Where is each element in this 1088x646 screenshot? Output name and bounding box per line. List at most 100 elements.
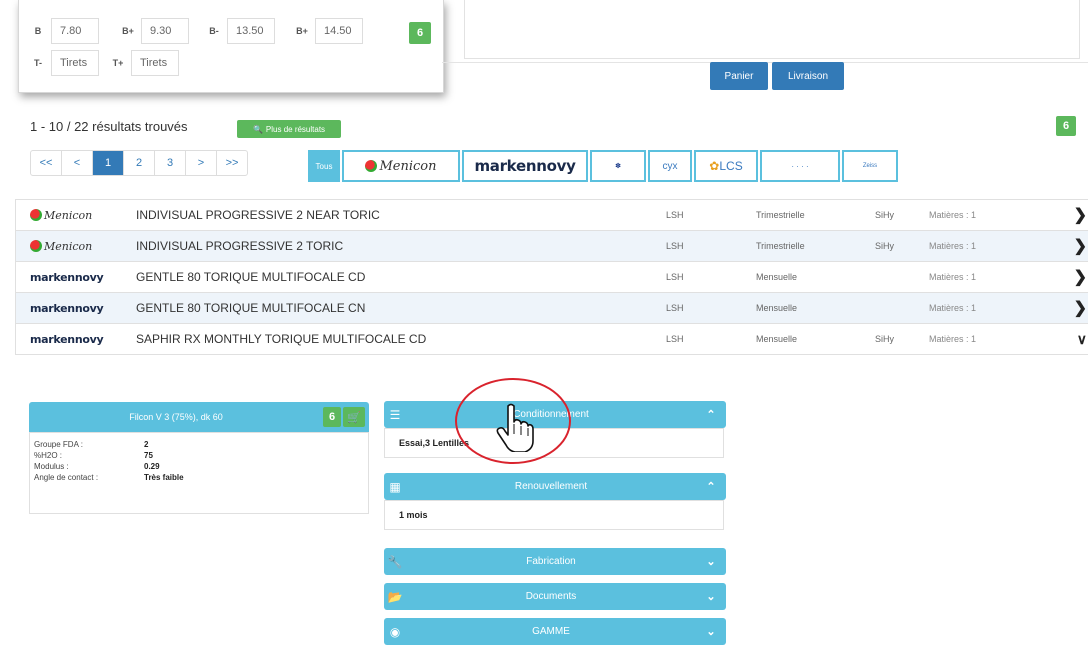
detail-row: Angle de contact : Très faible (34, 473, 184, 482)
markennovy-logo: markennovy (30, 301, 104, 315)
brand-tab-cyx[interactable]: cyx (648, 150, 692, 182)
more-results-button[interactable]: 🔍 Plus de résultats (237, 120, 341, 138)
product-row[interactable]: markennovy GENTLE 80 TORIQUE MULTIFOCALE… (15, 292, 1088, 324)
param-field[interactable]: B- 13.50 (201, 18, 275, 44)
chevron-right-icon[interactable]: ❯ (1074, 205, 1087, 225)
product-material: SiHy (875, 210, 895, 220)
page-first[interactable]: << (31, 151, 62, 175)
dots-logo: · · · · (791, 161, 809, 171)
results-summary: 1 - 10 / 22 résultats trouvés (30, 119, 188, 134)
chevron-up-icon: ⌃ (706, 481, 716, 493)
page-prev[interactable]: < (62, 151, 93, 175)
param-value[interactable]: 14.50 (315, 18, 363, 44)
param-field[interactable]: B 7.80 (25, 18, 99, 44)
product-type: LSH (666, 303, 684, 313)
chevron-down-icon: ⌄ (706, 556, 716, 568)
brand-tab-lcs[interactable]: ✿ LCS (694, 150, 758, 182)
product-name: INDIVISUAL PROGRESSIVE 2 TORIC (136, 239, 344, 253)
product-renewal: Trimestrielle (756, 241, 805, 251)
product-type: LSH (666, 241, 684, 251)
menicon-logo: Menicon (16, 209, 136, 222)
livraison-button[interactable]: Livraison (772, 62, 844, 90)
product-type: LSH (666, 334, 684, 344)
param-field[interactable]: T- Tirets (25, 50, 99, 76)
param-label: B- (209, 26, 219, 36)
menicon-logo: Menicon (16, 240, 136, 253)
brand-tab-dots[interactable]: · · · · (760, 150, 840, 182)
detail-row: Groupe FDA :2 (34, 440, 149, 449)
product-count: Matières : 1 (929, 241, 977, 251)
lens-badge-button[interactable]: 6 (323, 407, 341, 427)
accordion-documents[interactable]: 📂 Documents ⌄ (384, 583, 726, 610)
brand-tab-tous[interactable]: Tous (308, 150, 340, 182)
side-action-button[interactable]: 6 (1056, 116, 1076, 136)
param-label: B (34, 26, 42, 36)
pagination: << < 1 2 3 > >> (30, 150, 248, 176)
chevron-right-icon[interactable]: ❯ (1074, 236, 1087, 256)
product-row[interactable]: markennovy SAPHIR RX MONTHLY TORIQUE MUL… (15, 323, 1088, 355)
chevron-right-icon[interactable]: ❯ (1074, 298, 1087, 318)
param-value[interactable]: 9.30 (141, 18, 189, 44)
product-material: SiHy (875, 241, 895, 251)
accordion-fabrication[interactable]: 🔧 Fabrication ⌄ (384, 548, 726, 575)
brand-tab-zeiss[interactable]: Zeiss (842, 150, 898, 182)
chevron-down-icon: ⌄ (706, 626, 716, 638)
product-material: SiHy (875, 334, 895, 344)
product-name: INDIVISUAL PROGRESSIVE 2 NEAR TORIC (136, 208, 380, 222)
brand-filter: Tous Menicon markennovy ✽ cyx ✿ LCS · · ·… (308, 150, 900, 182)
product-renewal: Mensuelle (756, 272, 798, 282)
lcs-logo: ✿ (709, 159, 720, 173)
product-row[interactable]: Menicon INDIVISUAL PROGRESSIVE 2 TORIC L… (15, 230, 1088, 262)
calendar-icon: ▦ (389, 479, 401, 494)
detail-row: %H2O :75 (34, 451, 153, 460)
product-name: SAPHIR RX MONTHLY TORIQUE MULTIFOCALE CD (136, 332, 427, 346)
chevron-down-icon[interactable]: ∨ (1077, 331, 1087, 348)
product-type: LSH (666, 210, 684, 220)
product-renewal: Mensuelle (756, 303, 798, 313)
accordion-renouvellement[interactable]: ▦ Renouvellement ⌃ (384, 473, 726, 500)
panier-button[interactable]: Panier (710, 62, 768, 90)
param-label: B+ (296, 26, 308, 36)
product-count: Matières : 1 (929, 272, 977, 282)
param-value[interactable]: Tirets (51, 50, 99, 76)
product-count: Matières : 1 (929, 210, 977, 220)
eye-icon: ◉ (389, 624, 401, 639)
product-name: GENTLE 80 TORIQUE MULTIFOCALE CD (136, 270, 366, 284)
brand-tab-markennovy[interactable]: markennovy (462, 150, 588, 182)
page-next[interactable]: > (186, 151, 217, 175)
cart-icon[interactable]: 🛒 (343, 407, 365, 427)
param-field[interactable]: T+ Tirets (105, 50, 179, 76)
precilens-logo: ✽ (615, 163, 621, 170)
param-value[interactable]: Tirets (131, 50, 179, 76)
param-label: B+ (122, 26, 134, 36)
markennovy-logo: markennovy (30, 270, 104, 284)
param-field[interactable]: B+ 14.50 (289, 18, 363, 44)
param-action-button[interactable]: 6 (409, 22, 431, 44)
product-type: LSH (666, 272, 684, 282)
more-results-label: Plus de résultats (265, 124, 326, 134)
chevron-right-icon[interactable]: ❯ (1074, 267, 1087, 287)
accordion-renouvellement-body: 1 mois (384, 500, 724, 530)
parameter-panel: B 7.80 B+ 9.30 B- 13.50 B+ 14.50 6 T- Ti… (18, 0, 444, 93)
lens-material-header[interactable]: Filcon V 3 (75%), dk 60 6 🛒 (29, 402, 369, 432)
page-3[interactable]: 3 (155, 151, 186, 175)
search-icon: 🔍 (252, 124, 263, 134)
top-right-panel (464, 0, 1080, 59)
page-last[interactable]: >> (217, 151, 247, 175)
folder-icon: 📂 (387, 589, 403, 604)
brand-tab-menicon[interactable]: Menicon (342, 150, 460, 182)
product-row[interactable]: markennovy GENTLE 80 TORIQUE MULTIFOCALE… (15, 261, 1088, 293)
markennovy-logo: markennovy (474, 157, 576, 175)
accordion-gamme[interactable]: ◉ GAMME ⌄ (384, 618, 726, 645)
markennovy-logo: markennovy (30, 332, 104, 346)
param-field[interactable]: B+ 9.30 (115, 18, 189, 44)
brand-tab-precilens[interactable]: ✽ (590, 150, 646, 182)
page-1[interactable]: 1 (93, 151, 124, 175)
product-row[interactable]: Menicon INDIVISUAL PROGRESSIVE 2 NEAR TO… (15, 199, 1088, 231)
param-value[interactable]: 7.80 (51, 18, 99, 44)
page-2[interactable]: 2 (124, 151, 155, 175)
lens-material-title: Filcon V 3 (75%), dk 60 (129, 412, 223, 422)
wrench-icon: 🔧 (387, 554, 403, 569)
param-value[interactable]: 13.50 (227, 18, 275, 44)
product-renewal: Trimestrielle (756, 210, 805, 220)
